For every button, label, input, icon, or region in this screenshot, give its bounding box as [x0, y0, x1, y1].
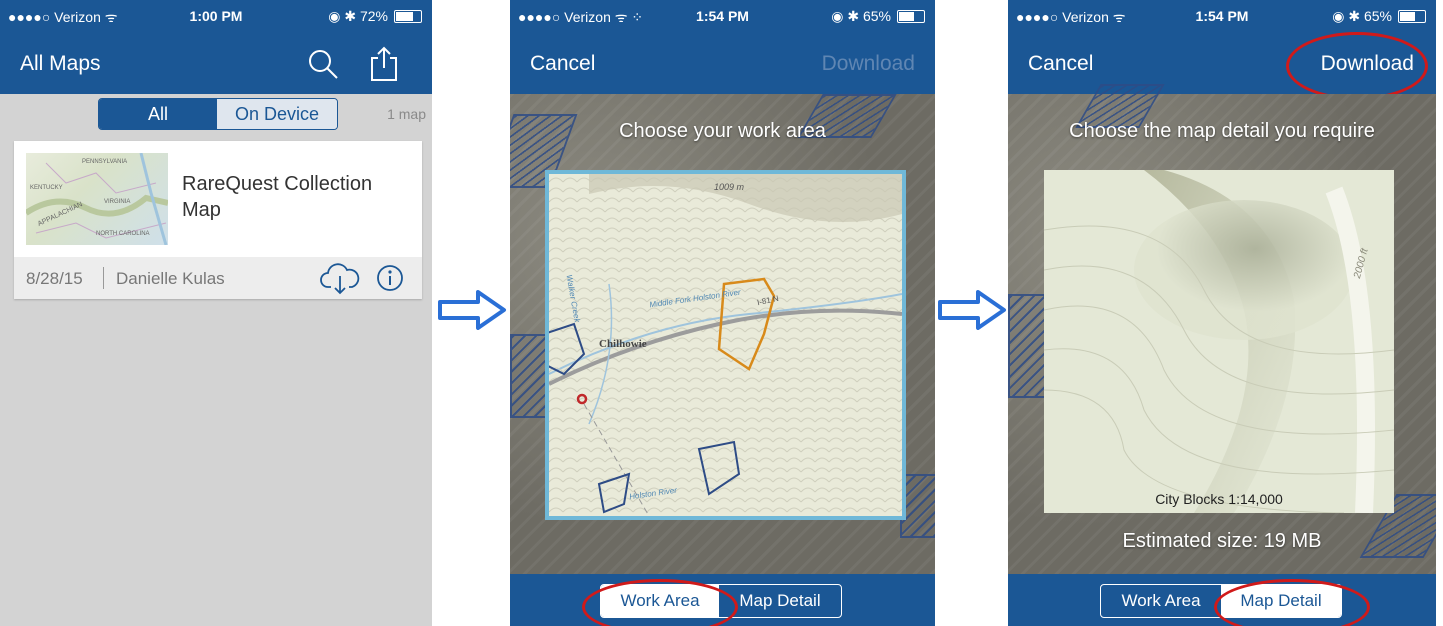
highlight-oval-work-area [582, 579, 738, 626]
footer-divider [103, 267, 104, 289]
map-card-date: 8/28/15 [26, 269, 83, 288]
map-card-title: RareQuest Collection Map [182, 173, 373, 221]
map-detail-preview: 2000 ft City Blocks 1:14,000 [1044, 170, 1394, 513]
screen-work-area: ●●●●○ Verizon ᯤ ⁘ 1:54 PM ◉ ✱ 65% Cancel… [510, 0, 935, 626]
info-icon[interactable] [376, 264, 404, 292]
tab-work-area[interactable]: Work Area [1101, 585, 1221, 617]
map-card[interactable]: APPALACHIAN KENTUCKY VIRGINIA NORTH CARO… [14, 141, 422, 299]
segment-all[interactable]: All [99, 99, 217, 129]
share-icon[interactable] [368, 46, 400, 82]
highlight-oval-map-detail [1214, 579, 1370, 626]
map-card-footer: 8/28/15 Danielle Kulas [14, 257, 422, 299]
page-title: All Maps [20, 52, 101, 75]
right-arrow-icon [938, 290, 1006, 330]
work-area-frame[interactable]: 1009 m Chilhowie Middle Fork Holston Riv… [545, 170, 906, 520]
tab-map-detail[interactable]: Map Detail [719, 585, 841, 617]
highlight-oval-download [1286, 32, 1428, 100]
battery-icon [394, 10, 422, 23]
cancel-button[interactable]: Cancel [1028, 52, 1093, 76]
thumb-label-state4: PENNSYLVANIA [82, 159, 128, 165]
instruction-text: Choose the map detail you require [1069, 120, 1375, 142]
status-bar: ●●●●○ Verizon ᯤ 1:54 PM ◉ ✱ 65% [1008, 0, 1436, 34]
nav-bar: Cancel Download [510, 34, 935, 94]
right-arrow-icon [438, 290, 506, 330]
thumb-label-state1: KENTUCKY [30, 185, 63, 191]
screen-all-maps: ●●●●○ Verizon ᯤ 1:00 PM ◉ ✱ 72% All Maps… [0, 0, 432, 626]
screen-map-detail: ●●●●○ Verizon ᯤ 1:54 PM ◉ ✱ 65% Cancel D… [1008, 0, 1436, 626]
battery-icon [897, 10, 925, 23]
filter-bar: All On Device 1 map [0, 94, 432, 138]
instruction-text: Choose your work area [619, 120, 826, 142]
thumb-label-state2: VIRGINIA [104, 199, 131, 205]
filter-segmented-control: All On Device [98, 98, 338, 130]
battery-label: ◉ ✱ 65% [1332, 8, 1392, 24]
scale-label: City Blocks 1:14,000 [1155, 491, 1283, 507]
map-card-author: Danielle Kulas [116, 269, 225, 288]
segment-on-device[interactable]: On Device [217, 99, 337, 129]
nav-bar: All Maps [0, 34, 432, 94]
search-icon[interactable] [306, 48, 340, 80]
battery-label: ◉ ✱ 65% [831, 8, 891, 24]
estimated-size: Estimated size: 19 MB [1122, 530, 1322, 552]
download-button-disabled[interactable]: Download [822, 52, 915, 76]
status-bar: ●●●●○ Verizon ᯤ 1:00 PM ◉ ✱ 72% [0, 0, 432, 34]
status-bar: ●●●●○ Verizon ᯤ ⁘ 1:54 PM ◉ ✱ 65% [510, 0, 935, 34]
detail-topo-map [1044, 170, 1394, 513]
battery-icon [1398, 10, 1426, 23]
map-label-town: Chilhowie [599, 338, 647, 350]
thumb-label-state3: NORTH CAROLINA [96, 231, 150, 237]
battery-label: ◉ ✱ 72% [328, 8, 388, 24]
cloud-download-icon[interactable] [320, 263, 360, 295]
map-label-elevation: 1009 m [714, 182, 745, 192]
cancel-button[interactable]: Cancel [530, 52, 595, 76]
map-count: 1 map [387, 106, 426, 122]
map-thumbnail: APPALACHIAN KENTUCKY VIRGINIA NORTH CARO… [26, 153, 168, 245]
